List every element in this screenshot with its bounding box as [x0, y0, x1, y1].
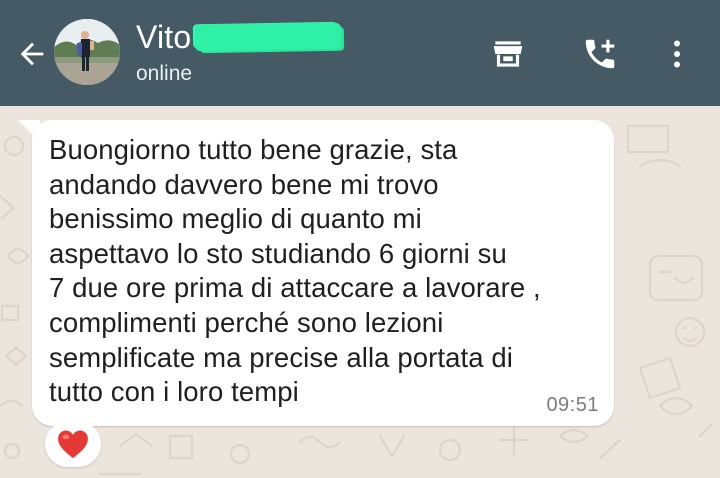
contact-name-row[interactable]: Vito	[136, 16, 342, 58]
contact-status: online	[136, 62, 193, 85]
shop-button[interactable]	[488, 34, 528, 74]
message-line: tutto con i loro tempi	[49, 376, 299, 408]
more-vertical-icon	[674, 40, 680, 68]
message-line: 7 due ore prima di attaccare a lavorare …	[49, 272, 541, 304]
storefront-icon	[493, 41, 523, 67]
menu-button[interactable]	[657, 34, 697, 74]
add-call-icon	[585, 39, 615, 69]
reaction-badge[interactable]	[45, 421, 101, 467]
message-line: aspettavo lo sto studiando 6 giorni su	[49, 237, 507, 269]
message-timestamp: 09:51	[546, 394, 599, 416]
call-button[interactable]	[580, 34, 620, 74]
message-line: Buongiorno tutto bene grazie, sta	[49, 134, 458, 165]
heart-emoji-icon	[58, 430, 88, 459]
avatar[interactable]	[54, 19, 120, 85]
avatar-photo	[54, 19, 120, 85]
message-line: benissimo meglio di quanto mi	[49, 203, 422, 235]
message-text: Buongiorno tutto bene grazie, sta andand…	[49, 133, 589, 410]
message-line: complimenti perché sono lezioni	[49, 306, 444, 338]
chat-header: Vito online	[0, 0, 720, 106]
back-button[interactable]	[12, 34, 52, 74]
redaction-marker	[195, 22, 342, 52]
arrow-left-icon	[20, 42, 44, 66]
message-line: semplificate ma precise alla portata di	[49, 341, 513, 373]
contact-name: Vito	[136, 19, 192, 55]
message-line: andando davvero bene mi trovo	[49, 168, 439, 200]
